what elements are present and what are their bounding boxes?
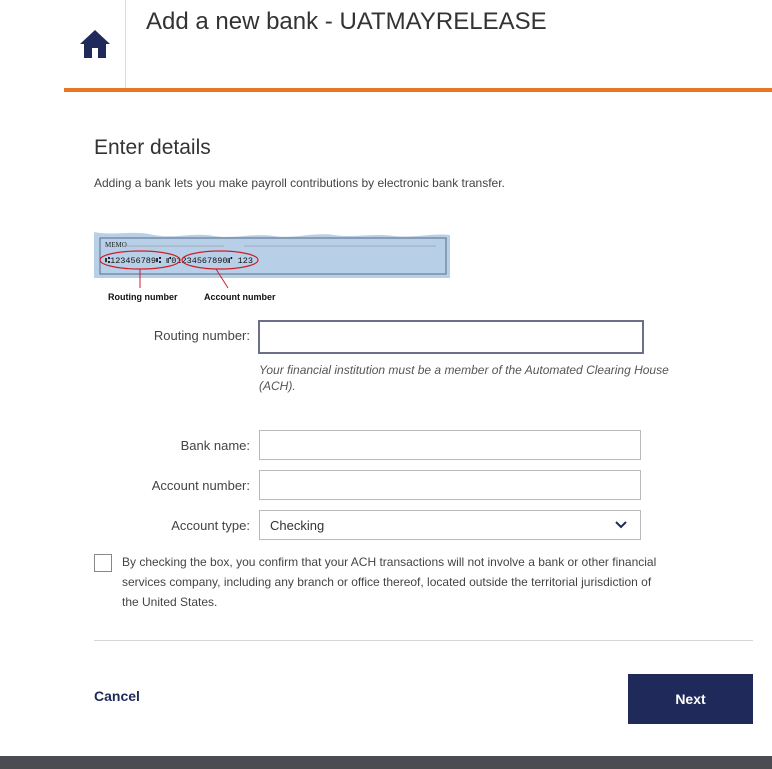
account-type-select[interactable]: Checking — [259, 510, 641, 540]
page-footer — [0, 756, 772, 769]
account-type-value: Checking — [270, 517, 325, 533]
bank-name-row: Bank name: — [94, 430, 754, 462]
routing-label: Routing number: — [153, 328, 250, 343]
consent-text: By checking the box, you confirm that yo… — [122, 555, 657, 609]
page-title: Add a new bank - UATMAYRELEASE — [146, 8, 547, 35]
chevron-down-icon — [615, 521, 627, 529]
cancel-button[interactable]: Cancel — [94, 688, 140, 704]
routing-hint: Your financial institution must be a mem… — [259, 363, 669, 393]
check-routing-label: Routing number — [108, 292, 178, 302]
home-button[interactable] — [64, 0, 126, 88]
form-divider — [94, 640, 753, 641]
account-number-input[interactable] — [259, 470, 641, 500]
intro-text: Adding a bank lets you make payroll cont… — [94, 176, 505, 190]
consent-checkbox[interactable] — [94, 554, 112, 572]
home-icon — [79, 30, 110, 58]
bank-name-label: Bank name: — [180, 438, 250, 453]
account-number-label: Account number: — [151, 478, 250, 493]
next-button[interactable]: Next — [628, 674, 753, 724]
check-memo: MEMO — [105, 241, 127, 249]
check-image: MEMO ⑆123456789⑆ ⑈01234567890⑈ 123 Routi… — [94, 232, 450, 302]
account-type-row: Account type: Checking — [94, 510, 754, 542]
header-accent-rule — [64, 88, 772, 92]
account-type-label: Account type: — [171, 518, 250, 533]
main-content: Enter details Adding a bank lets you mak… — [94, 120, 754, 302]
page-header: Add a new bank - UATMAYRELEASE — [0, 0, 772, 92]
account-number-row: Account number: — [94, 470, 754, 502]
bank-name-input[interactable] — [259, 430, 641, 460]
routing-row: Routing number: — [94, 320, 754, 354]
check-account-label: Account number — [204, 292, 276, 302]
section-heading: Enter details — [94, 136, 211, 159]
check-illustration: MEMO ⑆123456789⑆ ⑈01234567890⑈ 123 Routi… — [94, 232, 450, 302]
routing-number-input[interactable] — [258, 320, 644, 354]
